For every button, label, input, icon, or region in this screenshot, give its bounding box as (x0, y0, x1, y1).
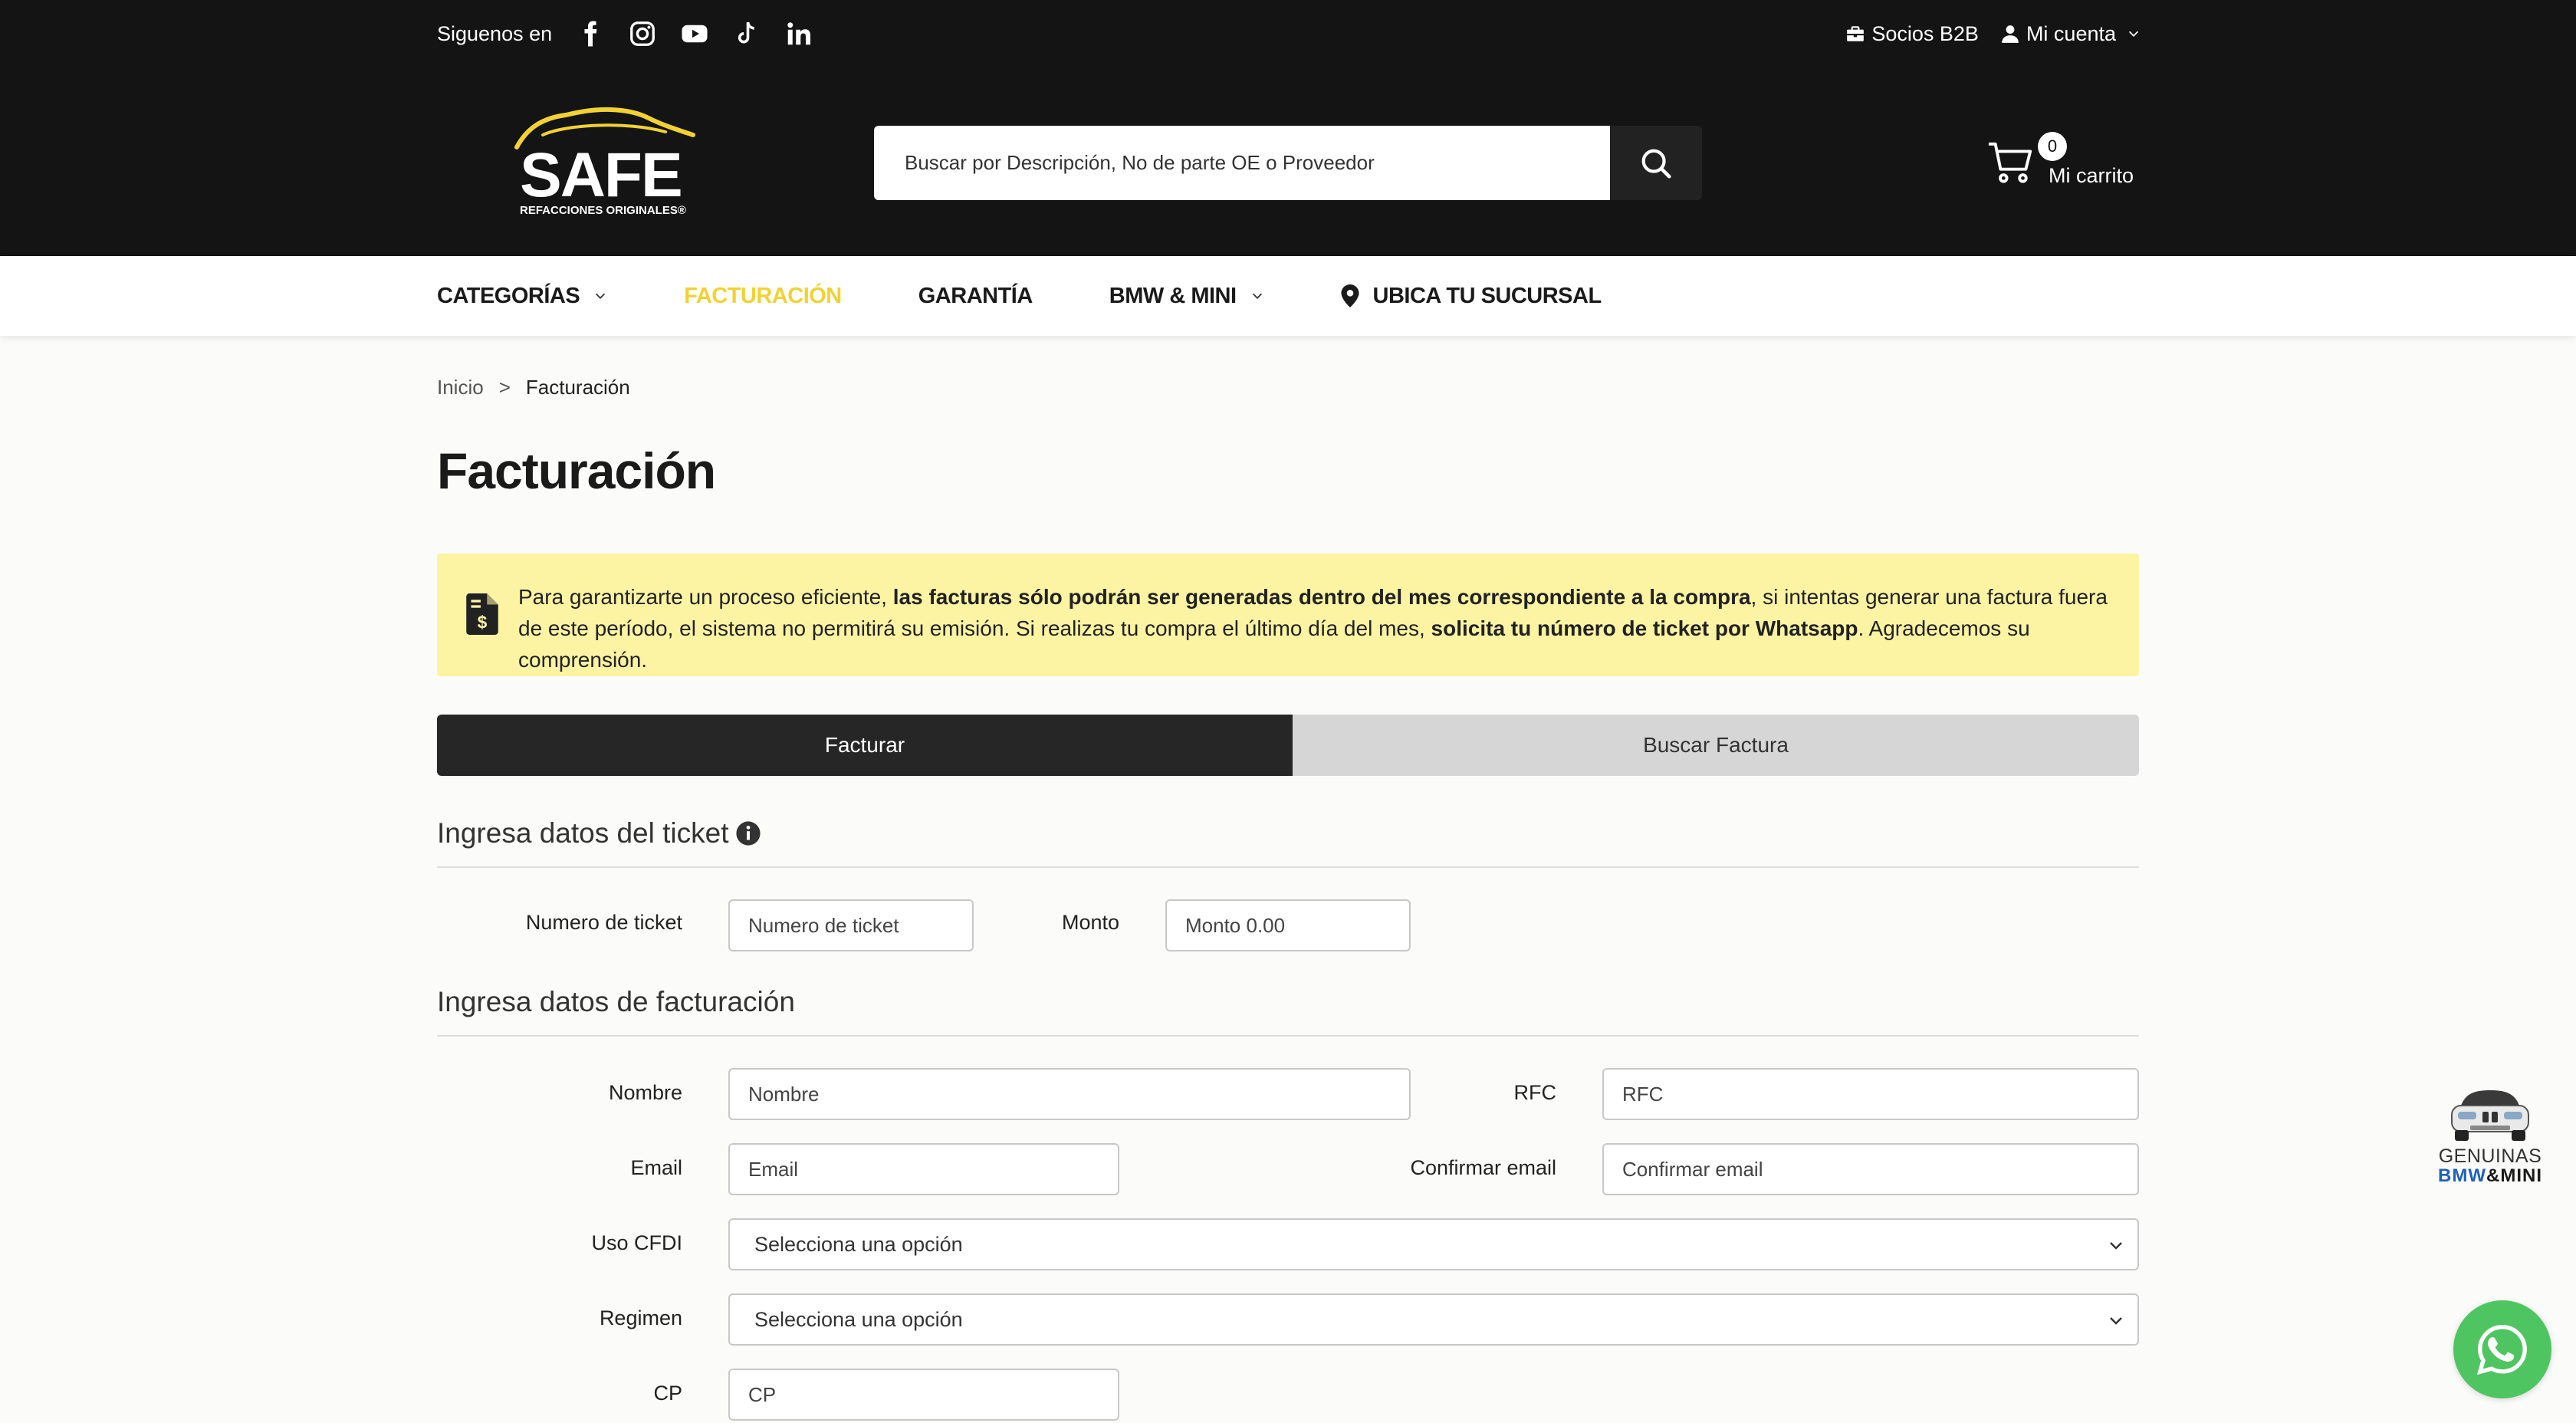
select-value: Selecciona una opción (754, 1232, 963, 1256)
cart-button[interactable]: 0 Mi carrito (1987, 132, 2141, 193)
bmw-mini-text: BMW&MINI (2429, 1165, 2551, 1187)
search-bar (874, 126, 1702, 200)
linkedin-icon[interactable] (784, 18, 814, 49)
mini-text: MINI (2500, 1165, 2542, 1186)
map-pin-icon (1341, 284, 1359, 307)
b2b-label: Socios B2B (1871, 21, 1979, 45)
cart-icon (1988, 142, 2032, 183)
account-menu[interactable]: Mi cuenta (2000, 22, 2141, 46)
search-icon (1641, 149, 1671, 179)
briefcase-icon (1847, 26, 1865, 41)
nav-item-ubica-sucursal[interactable]: UBICA TU SUCURSAL (1341, 284, 1602, 309)
billing-section-heading: Ingresa datos de facturación (437, 986, 795, 1018)
rfc-input[interactable] (1602, 1068, 2139, 1120)
instagram-icon[interactable] (627, 18, 658, 49)
nav-label: UBICA TU SUCURSAL (1372, 283, 1602, 308)
nav-label: GARANTÍA (918, 283, 1033, 308)
ticket-number-input[interactable] (728, 899, 974, 951)
header: Siguenos en Socios B2B Mi cuenta SAFE RE… (0, 0, 2576, 256)
email-label: Email (630, 1156, 682, 1179)
genuinas-text: GENUINAS (2438, 1145, 2542, 1167)
cfdi-select[interactable]: Selecciona una opción (728, 1218, 2139, 1270)
billing-tabs: Facturar Buscar Factura (437, 715, 2139, 776)
divider (437, 1035, 2139, 1037)
name-input[interactable] (728, 1068, 1411, 1120)
chevron-down-icon (2110, 1242, 2122, 1250)
ticket-section-heading: Ingresa datos del ticket (437, 817, 761, 850)
confirm-email-label: Confirmar email (1410, 1156, 1556, 1179)
social-follow: Siguenos en (437, 20, 836, 48)
logo-wordmark: SAFE (520, 140, 683, 210)
chevron-down-icon (2128, 31, 2139, 37)
section-title: Ingresa datos de facturación (437, 986, 795, 1017)
name-label: Nombre (608, 1081, 682, 1104)
svg-text:$: $ (478, 613, 488, 633)
nav-item-garantia[interactable]: GARANTÍA (918, 284, 1033, 309)
chevron-down-icon (1252, 293, 1262, 299)
main-nav: CATEGORÍAS FACTURACIÓN GARANTÍA BMW & MI… (0, 256, 2576, 336)
confirm-email-input[interactable] (1602, 1143, 2139, 1195)
nav-label: CATEGORÍAS (437, 283, 580, 308)
invoice-dollar-icon: $ (466, 593, 498, 635)
account-label: Mi cuenta (2026, 21, 2116, 45)
breadcrumb-current: Facturación (525, 376, 630, 399)
notice-bold-text: solicita tu número de ticket por Whatsap… (1431, 616, 1858, 640)
page-title: Facturación (437, 442, 716, 499)
nav-item-bmw-mini[interactable]: BMW & MINI (1109, 284, 1264, 309)
tiktok-icon[interactable] (731, 18, 762, 49)
b2b-link[interactable]: Socios B2B (1845, 22, 1979, 46)
section-title: Ingresa datos del ticket (437, 817, 729, 849)
regimen-select[interactable]: Selecciona una opción (728, 1293, 2139, 1346)
cp-input[interactable] (728, 1369, 1119, 1421)
chevron-down-icon (596, 293, 606, 299)
info-icon[interactable] (735, 820, 761, 846)
breadcrumb-separator: > (498, 376, 511, 399)
nav-item-categorias[interactable]: CATEGORÍAS (437, 284, 607, 309)
whatsapp-icon (2476, 1325, 2527, 1375)
site-logo[interactable]: SAFE REFACCIONES ORIGINALES® (506, 104, 705, 227)
cart-count-badge: 0 (2038, 132, 2067, 161)
notice-text-part: Para garantizarte un proceso eficiente, (518, 585, 893, 609)
notice-text: Para garantizarte un proceso eficiente, … (518, 581, 2113, 675)
genuinas-bmw-mini-badge[interactable]: GENUINAS BMW&MINI (2429, 1081, 2551, 1187)
regimen-label: Regimen (599, 1306, 682, 1329)
logo-tagline: REFACCIONES ORIGINALES® (520, 204, 686, 217)
ticket-number-label: Numero de ticket (525, 911, 682, 934)
tab-buscar-factura[interactable]: Buscar Factura (1293, 715, 2139, 776)
tab-facturar[interactable]: Facturar (437, 715, 1293, 776)
rfc-label: RFC (1513, 1081, 1557, 1104)
amount-label: Monto (1061, 911, 1119, 934)
chevron-down-icon (2110, 1317, 2122, 1325)
ampersand-text: & (2486, 1165, 2501, 1186)
nav-item-facturacion[interactable]: FACTURACIÓN (684, 284, 842, 309)
select-value: Selecciona una opción (754, 1307, 963, 1331)
nav-label: BMW & MINI (1109, 283, 1237, 308)
cart-label: Mi carrito (2049, 164, 2134, 187)
bmw-text: BMW (2438, 1165, 2486, 1186)
social-links (575, 18, 836, 49)
billing-notice: $ Para garantizarte un proceso eficiente… (437, 554, 2139, 676)
amount-input[interactable] (1165, 899, 1411, 951)
whatsapp-button[interactable] (2453, 1300, 2551, 1398)
car-front-icon (2451, 1090, 2529, 1141)
search-button[interactable] (1610, 126, 1702, 200)
cp-label: CP (653, 1382, 682, 1405)
search-input[interactable] (874, 126, 1610, 200)
breadcrumb-home[interactable]: Inicio (437, 376, 484, 399)
notice-bold-text: las facturas sólo podrán ser generadas d… (892, 585, 1751, 609)
user-icon (2002, 25, 2019, 43)
divider (437, 866, 2139, 868)
youtube-icon[interactable] (679, 18, 710, 49)
email-input[interactable] (728, 1143, 1119, 1195)
account-links: Socios B2B Mi cuenta (1824, 20, 2141, 48)
breadcrumb: Inicio > Facturación (437, 376, 630, 399)
facebook-icon[interactable] (575, 18, 606, 49)
cfdi-label: Uso CFDI (591, 1231, 682, 1254)
nav-label: FACTURACIÓN (684, 283, 842, 308)
follow-label: Siguenos en (437, 21, 553, 45)
